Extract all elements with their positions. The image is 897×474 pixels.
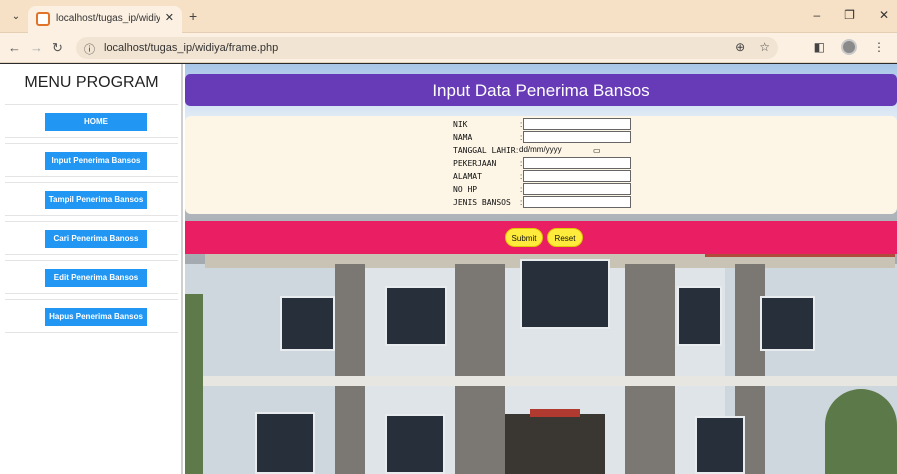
background-photo-window <box>520 259 610 329</box>
pekerjaan-input[interactable] <box>523 157 631 169</box>
menu-item-input: Input Penerima Bansos <box>5 143 178 177</box>
info-icon[interactable]: ⓘ <box>84 41 95 57</box>
background-photo-sign <box>530 409 580 417</box>
form-header: Input Data Penerima Bansos <box>185 74 897 106</box>
field-label: ALAMAT <box>453 172 482 181</box>
window-controls: – ❐ ✕ <box>813 8 889 22</box>
background-photo-window <box>255 412 315 474</box>
alamat-input[interactable] <box>523 170 631 182</box>
menu-title: MENU PROGRAM <box>24 74 159 91</box>
background-photo-pillar <box>455 264 505 474</box>
input-penerima-button[interactable]: Input Penerima Bansos <box>45 152 147 170</box>
page-title: Input Data Penerima Bansos <box>432 81 650 100</box>
nama-input[interactable] <box>523 131 631 143</box>
arrow-left-icon[interactable]: ← <box>8 40 21 55</box>
submit-button[interactable]: Submit <box>505 228 543 247</box>
field-colon: : <box>520 120 523 129</box>
cari-penerima-button[interactable]: Cari Penerima Banoss <box>45 230 147 248</box>
hapus-penerima-button[interactable]: Hapus Penerima Bansos <box>45 308 147 326</box>
arrow-right-icon[interactable]: → <box>30 40 43 55</box>
nik-input[interactable] <box>523 118 631 130</box>
no-hp-input[interactable] <box>523 183 631 195</box>
background-photo-tree <box>825 389 897 474</box>
background-photo-window <box>760 296 815 351</box>
sidebar-icon[interactable]: ◧ <box>814 40 825 54</box>
menu-item-hapus: Hapus Penerima Bansos <box>5 299 178 333</box>
home-button[interactable]: HOME <box>45 113 147 131</box>
url-text[interactable]: localhost/tugas_ip/widiya/frame.php <box>104 42 278 54</box>
menu-item-edit: Edit Penerima Bansos <box>5 260 178 294</box>
field-label: PEKERJAAN <box>453 159 497 168</box>
background-photo-pillar <box>335 264 365 474</box>
menu-item-cari: Cari Penerima Banoss <box>5 221 178 255</box>
page-viewport: MENU PROGRAM HOME Input Penerima Bansos … <box>0 64 897 474</box>
edit-penerima-button[interactable]: Edit Penerima Bansos <box>45 269 147 287</box>
menu-item-home: HOME <box>5 104 178 138</box>
tanggal-lahir-input[interactable]: dd/mm/yyyy <box>519 144 597 156</box>
form-action-bar: Submit Reset <box>185 221 897 254</box>
field-colon: : <box>520 133 523 142</box>
field-label: NIK <box>453 120 468 129</box>
star-icon[interactable]: ☆ <box>759 40 770 54</box>
close-icon[interactable]: ✕ <box>165 11 174 24</box>
zoom-icon[interactable]: ⊕ <box>735 40 745 54</box>
background-photo-tree <box>185 294 203 474</box>
background-photo-door <box>505 414 605 474</box>
background-photo-window <box>695 416 745 474</box>
tampil-penerima-button[interactable]: Tampil Penerima Bansos <box>45 191 147 209</box>
background-photo-ledge <box>185 376 897 386</box>
field-colon: : <box>516 146 519 155</box>
field-colon: : <box>520 185 523 194</box>
window-close-icon[interactable]: ✕ <box>879 8 889 22</box>
restore-icon[interactable]: ❐ <box>844 8 855 22</box>
field-colon: : <box>520 159 523 168</box>
minimize-icon[interactable]: – <box>813 8 820 22</box>
calendar-icon[interactable]: ▭ <box>593 146 601 155</box>
address-bar[interactable]: ⓘ localhost/tugas_ip/widiya/frame.php ⊕ … <box>76 37 778 59</box>
background-photo-window <box>385 414 445 474</box>
content-frame: Input Data Penerima Bansos NIK : NAMA : … <box>185 64 897 474</box>
browser-tab[interactable]: localhost/tugas_ip/widiya/fram ✕ <box>28 6 182 33</box>
reload-icon[interactable]: ↻ <box>52 40 63 56</box>
field-label: JENIS BANSOS <box>453 198 511 207</box>
avatar-icon[interactable] <box>841 39 857 55</box>
field-label: TANGGAL LAHIR <box>453 146 516 155</box>
form-panel: NIK : NAMA : TANGGAL LAHIR : dd/mm/yyyy … <box>185 116 897 214</box>
field-colon: : <box>520 172 523 181</box>
jenis-bansos-input[interactable] <box>523 196 631 208</box>
reset-button[interactable]: Reset <box>547 228 583 247</box>
browser-tab-bar: ⌄ localhost/tugas_ip/widiya/fram ✕ + – ❐… <box>0 0 897 33</box>
tab-title: localhost/tugas_ip/widiya/fram <box>56 13 160 24</box>
background-photo-window <box>280 296 335 351</box>
menu-item-tampil: Tampil Penerima Bansos <box>5 182 178 216</box>
menu-frame: MENU PROGRAM HOME Input Penerima Bansos … <box>0 64 183 474</box>
chevron-down-icon[interactable]: ⌄ <box>8 9 24 25</box>
new-tab-button[interactable]: + <box>189 8 197 24</box>
favicon-icon <box>36 12 50 26</box>
browser-toolbar: ← → ↻ ⓘ localhost/tugas_ip/widiya/frame.… <box>0 33 897 63</box>
background-photo-window <box>385 286 447 346</box>
background-photo-window <box>677 286 722 346</box>
more-vert-icon[interactable]: ⋮ <box>873 40 885 54</box>
field-label: NO HP <box>453 185 478 194</box>
field-label: NAMA <box>453 133 473 142</box>
background-photo-pillar <box>625 264 675 474</box>
field-colon: : <box>520 198 523 207</box>
